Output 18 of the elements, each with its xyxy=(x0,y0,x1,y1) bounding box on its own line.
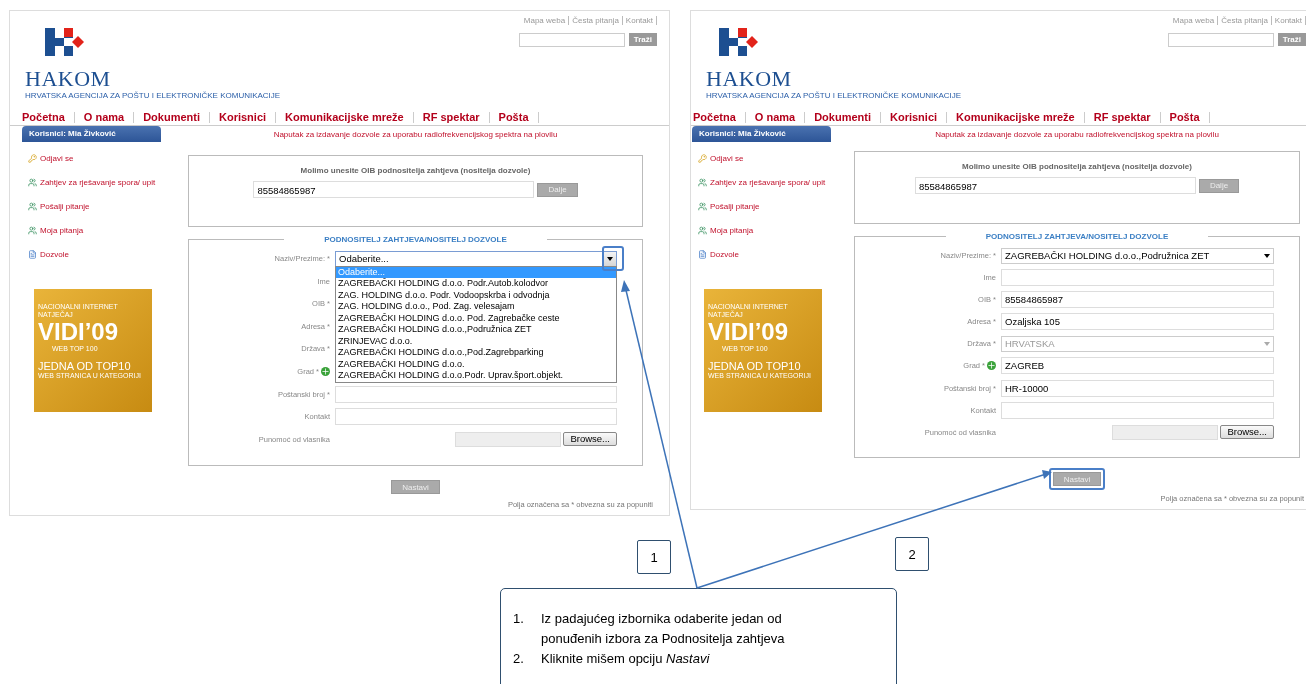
agency-name: HRVATSKA AGENCIJA ZA POŠTU I ELEKTRONIČKE KOMUNIKACIJE xyxy=(25,91,281,100)
section-title: PODNOSITELJ ZAHTJEVA/NOSITELJ DOZVOLE xyxy=(323,235,508,245)
logo-text: HAKOM xyxy=(706,68,793,90)
step-number: 1. xyxy=(513,610,525,628)
user-bar: Korisnici: Mia Živković xyxy=(692,126,831,142)
step-number: 2 xyxy=(895,537,929,571)
logo-text: HAKOM xyxy=(25,68,112,90)
notice-text: Naputak za izdavanje dozvole za uporabu radiofrekvencijskog spektra na plovilu xyxy=(272,130,559,139)
instruction-text: Iz padajućeg izbornika odaberite jedan od ponuđenih izbora za Podnositelja zahtjeva xyxy=(541,610,786,648)
user-bar: Korisnici: Mia Živković xyxy=(22,126,161,142)
oib-prompt: Molimo unesite OIB podnositelja zahtjeva (nositelja dozvole) xyxy=(962,162,1192,171)
notice-text: Naputak za izdavanje dozvole za uporabu radiofrekvencijskog spektra na plovilu xyxy=(934,130,1220,139)
agency-name: HRVATSKA AGENCIJA ZA POŠTU I ELEKTRONIČKE KOMUNIKACIJE xyxy=(706,91,962,100)
instruction-text: Kliknite mišem opciju Nastavi xyxy=(541,650,711,668)
section-title: PODNOSITELJ ZAHTJEVA/NOSITELJ DOZVOLE xyxy=(984,232,1170,241)
step-number: 1 xyxy=(637,540,671,574)
step-number: 2. xyxy=(513,650,525,668)
oib-prompt: Molimo unesite OIB podnositelja zahtjeva (nositelja dozvole) xyxy=(300,166,531,175)
